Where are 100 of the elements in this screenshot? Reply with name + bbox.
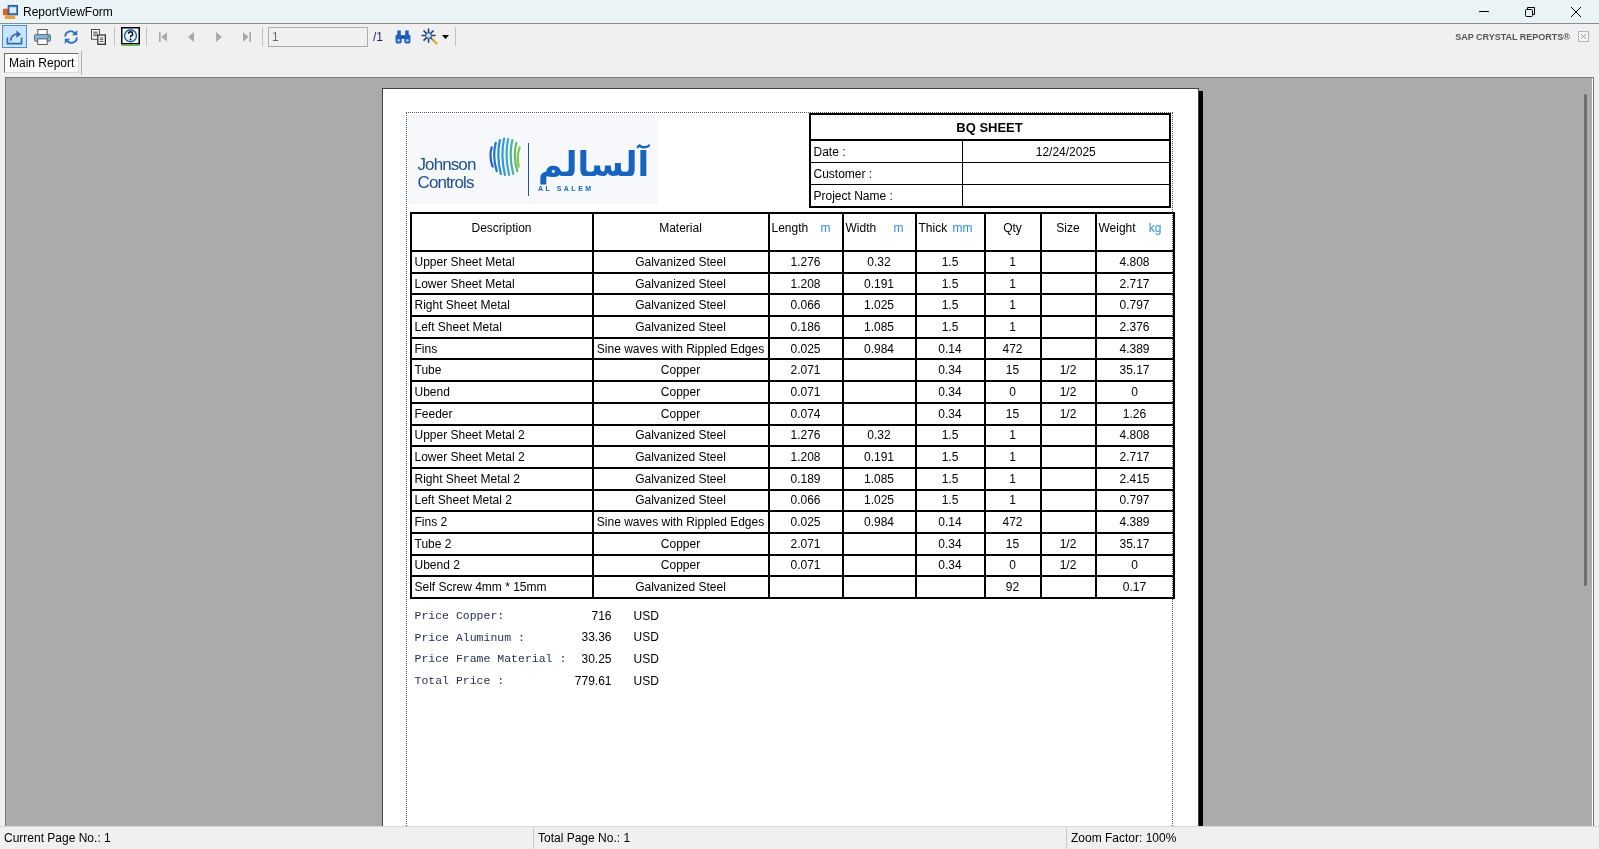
toggle-button[interactable]: [118, 25, 143, 48]
table-cell: 2.376: [1095, 316, 1174, 338]
page-count: /1: [373, 29, 383, 44]
table-cell: 2.717: [1095, 446, 1174, 468]
minimize-icon: [1479, 11, 1489, 12]
table-cell: 1/2: [1040, 532, 1096, 555]
table-cell: 0.32: [842, 424, 916, 447]
table-cell: 1: [984, 251, 1041, 273]
table-cell: 1/2: [1040, 359, 1096, 382]
status-text: Total Page No.: 1: [533, 827, 1066, 849]
table-cell: 4.808: [1095, 251, 1174, 273]
table-cell: Feeder: [410, 402, 593, 425]
table-cell: 1: [984, 446, 1041, 468]
table-cell: Sine waves with Rippled Edges: [592, 511, 769, 533]
table-cell: 0.186: [768, 316, 843, 338]
table-cell: 1.26: [1095, 402, 1174, 425]
table-cell: 0.191: [842, 272, 916, 295]
table-cell: Copper: [592, 359, 769, 382]
zoom-button[interactable]: [418, 25, 452, 48]
table-cell: 35.17: [1095, 532, 1174, 555]
price-label: Total Price :: [414, 674, 506, 688]
price-label: Price Frame Material :: [414, 652, 568, 666]
table-cell: 2.071: [768, 532, 843, 555]
question-frame-icon: [121, 27, 140, 46]
restore-icon: [1525, 6, 1535, 17]
export-button[interactable]: [2, 25, 27, 48]
table-cell: 0: [984, 554, 1041, 577]
table-cell: 0.14: [915, 511, 985, 533]
table-cell: 1.5: [915, 446, 985, 468]
table-cell: 15: [984, 532, 1041, 555]
sheet-title: BQ SHEET: [809, 114, 1170, 140]
table-cell: Galvanized Steel: [592, 467, 769, 490]
table-cell: 0: [984, 381, 1041, 403]
report-tab[interactable]: Main Report: [4, 53, 80, 73]
table-cell: 0.189: [768, 467, 843, 490]
table-cell: 1.5: [915, 424, 985, 447]
currency-label: USD: [633, 630, 660, 645]
table-cell: Lower Sheet Metal: [410, 272, 593, 295]
table-cell: 0.34: [915, 532, 985, 555]
table-cell: 1: [984, 424, 1041, 447]
column-header: Qty: [984, 213, 1041, 251]
table-cell: 1.208: [768, 272, 843, 295]
field-label: Customer :: [809, 162, 963, 185]
table-cell: Galvanized Steel: [592, 294, 769, 317]
table-cell: 92: [984, 576, 1041, 598]
unit-label: m: [820, 221, 831, 235]
window-title: ReportViewForm: [23, 4, 113, 19]
unit-label: mm: [952, 221, 973, 235]
table-cell: Left Sheet Metal: [410, 316, 593, 338]
table-cell: Galvanized Steel: [592, 489, 769, 512]
table-cell: 1.276: [768, 424, 843, 447]
table-cell: 0.066: [768, 294, 843, 317]
starburst-icon: [421, 28, 438, 45]
table-cell: 1.276: [768, 251, 843, 273]
currency-label: USD: [633, 652, 660, 666]
column-title: Thick: [918, 221, 948, 235]
refresh-icon: [62, 28, 79, 45]
table-cell: Sine waves with Rippled Edges: [592, 337, 769, 360]
table-cell: 472: [984, 511, 1041, 533]
scrollbar-thumb[interactable]: [1583, 94, 1587, 586]
table-cell: 0.34: [915, 402, 985, 425]
table-cell: Ubend: [410, 381, 593, 403]
field-label: Date :: [809, 140, 963, 163]
status-text: Current Page No.: 1: [3, 830, 112, 847]
table-cell: 1.025: [842, 294, 916, 317]
triangle-right-icon: [215, 31, 222, 42]
table-cell: Self Screw 4mm * 15mm: [410, 576, 593, 598]
skip-start-icon: [158, 31, 167, 42]
table-cell: 0.071: [768, 381, 843, 403]
table-cell: 1.5: [915, 467, 985, 490]
table-cell: 15: [984, 402, 1041, 425]
table-cell: 0.32: [842, 251, 916, 273]
table-cell: 15: [984, 359, 1041, 382]
table-cell: 1.085: [842, 316, 916, 338]
pages-icon: [91, 28, 106, 45]
field-label: Project Name :: [809, 184, 963, 207]
table-cell: Lower Sheet Metal 2: [410, 446, 593, 468]
table-cell: Galvanized Steel: [592, 446, 769, 468]
table-cell: Galvanized Steel: [592, 316, 769, 338]
table-cell: 2.415: [1095, 467, 1174, 490]
table-cell: 0.34: [915, 554, 985, 577]
table-cell: 472: [984, 337, 1041, 360]
column-title: Weight: [1098, 221, 1136, 235]
table-cell: 4.389: [1095, 337, 1174, 360]
column-title: Length: [771, 221, 809, 235]
logo-text: آلسالم: [538, 141, 650, 187]
table-cell: 0.797: [1095, 294, 1174, 317]
table-cell: 2.717: [1095, 272, 1174, 295]
app-icon: [3, 4, 18, 19]
triangle-left-icon: [187, 31, 194, 42]
table-cell: 0.984: [842, 337, 916, 360]
table-cell: 0.071: [768, 554, 843, 577]
column-header: Size: [1040, 213, 1096, 251]
table-cell: 0.17: [1095, 576, 1174, 598]
tray-arrow-icon: [6, 28, 23, 45]
status-text: Zoom Factor: 100%: [1066, 827, 1599, 849]
table-cell: Upper Sheet Metal: [410, 251, 593, 273]
table-cell: 0.14: [915, 337, 985, 360]
table-cell: 1.5: [915, 272, 985, 295]
close-icon[interactable]: [1578, 31, 1589, 42]
